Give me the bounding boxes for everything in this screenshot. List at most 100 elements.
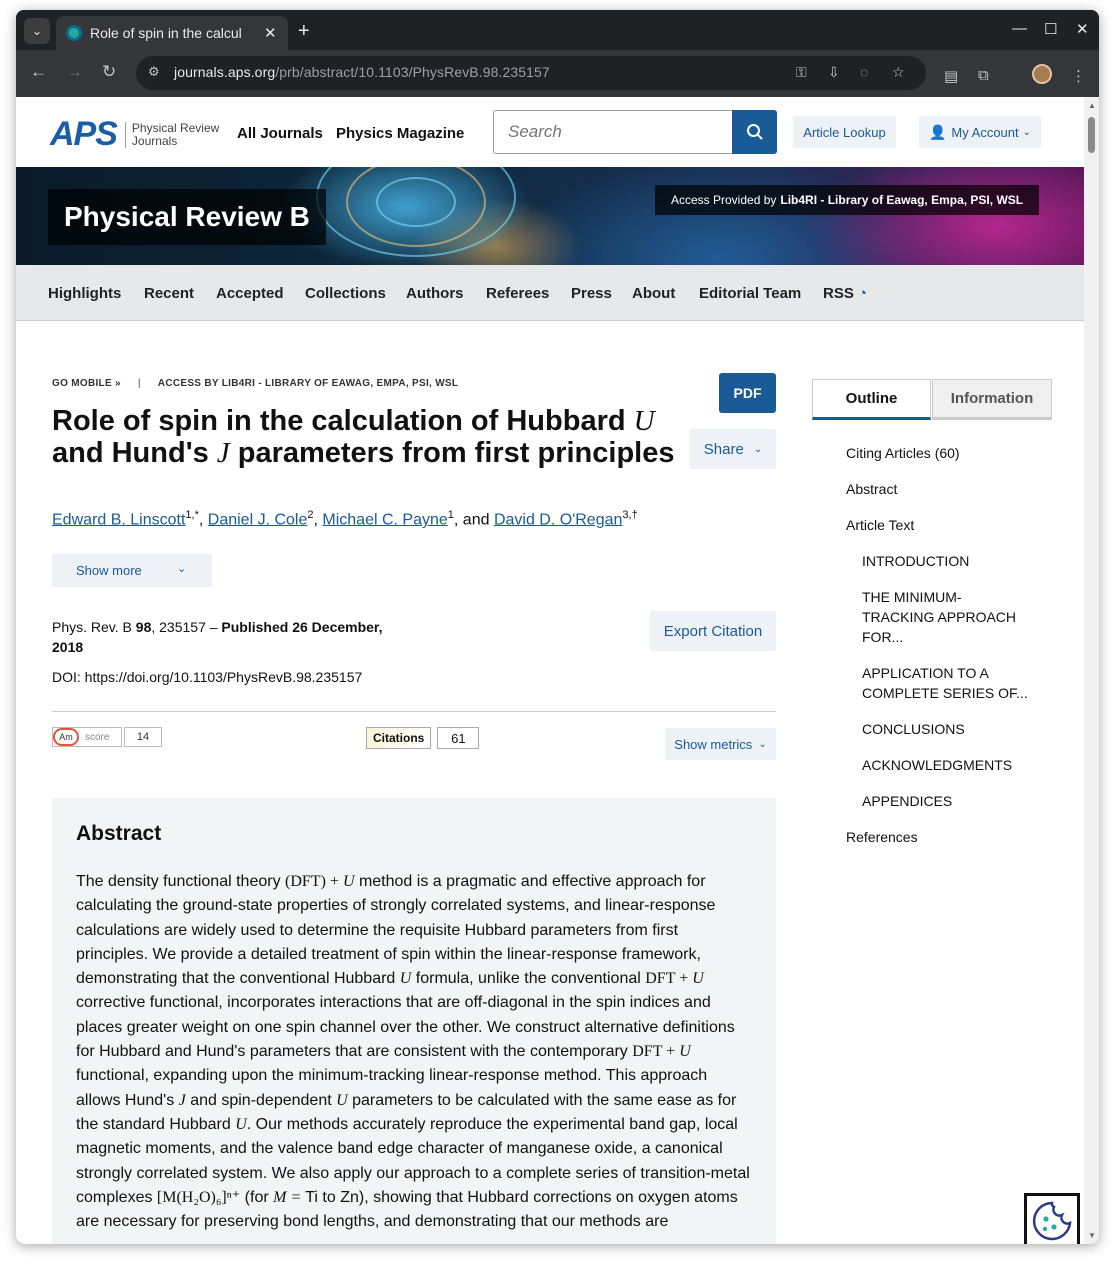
logo-text: APS [50, 115, 118, 153]
scroll-down-icon[interactable]: ▼ [1088, 1231, 1096, 1240]
pdf-button[interactable]: PDF [719, 373, 776, 413]
page-scrollbar[interactable]: ▲ ▼ [1084, 97, 1099, 1244]
menu-kebab-icon[interactable]: ⋮ [1071, 67, 1086, 85]
outline-subitem[interactable]: THE MINIMUM-TRACKING APPROACH FOR... [862, 587, 1032, 647]
go-mobile-link[interactable]: GO MOBILE » [52, 378, 121, 389]
outline-item[interactable]: Abstract [846, 479, 897, 499]
journal-banner: Physical Review B Access Provided by Lib4… [16, 167, 1084, 265]
forward-icon[interactable]: → [66, 62, 83, 82]
back-icon[interactable]: ← [30, 62, 47, 82]
chevron-down-icon: ⌄ [753, 443, 763, 455]
my-account-label: My Account [951, 124, 1019, 140]
install-app-icon[interactable]: ⇩ [828, 64, 840, 81]
nav-highlights[interactable]: Highlights [48, 285, 121, 302]
profile-avatar[interactable] [1032, 64, 1052, 84]
search-icon [746, 124, 763, 140]
citation-info: Phys. Rev. B 98, 235157 – Published 26 D… [52, 619, 383, 655]
export-citation-button[interactable]: Export Citation [650, 611, 776, 651]
abstract-heading: Abstract [76, 822, 162, 845]
nav-authors[interactable]: Authors [406, 285, 464, 302]
aps-logo[interactable]: APS Physical Review Journals [50, 115, 219, 154]
nav-collections[interactable]: Collections [305, 285, 386, 302]
show-metrics-button[interactable]: Show metrics ⌄ [665, 728, 776, 760]
abstract-panel: Abstract The density functional theory (… [52, 798, 776, 1244]
reading-list-icon[interactable]: ▤ [944, 67, 958, 85]
scroll-up-icon[interactable]: ▲ [1088, 101, 1096, 110]
close-window-icon[interactable]: ✕ [1076, 20, 1089, 38]
author-link[interactable]: Michael C. Payne [322, 511, 447, 528]
search-input[interactable] [494, 111, 732, 153]
user-icon: 👤 [928, 123, 947, 140]
new-tab-icon[interactable]: + [298, 20, 310, 43]
outline-subitem[interactable]: APPLICATION TO A COMPLETE SERIES OF... [862, 663, 1032, 703]
outline-subitem[interactable]: CONCLUSIONS [862, 719, 1032, 739]
scrollbar-thumb[interactable] [1088, 117, 1095, 153]
nav-recent[interactable]: Recent [144, 285, 194, 302]
sidebar-tabs: Outline Information [812, 379, 1052, 420]
search-box [493, 110, 733, 154]
chevron-down-icon: ⌄ [1022, 126, 1032, 138]
tab-information[interactable]: Information [932, 379, 1052, 420]
close-tab-icon[interactable]: ✕ [264, 24, 277, 42]
journal-title[interactable]: Physical Review B [48, 189, 326, 245]
my-account-button[interactable]: 👤 My Account ⌄ [919, 116, 1041, 148]
citations-count: 61 [437, 727, 480, 749]
author-link[interactable]: David D. O'Regan [494, 511, 622, 528]
altmetric-icon: Am [53, 728, 79, 746]
password-key-icon[interactable]: ⚿ [796, 64, 807, 81]
eye-off-icon[interactable]: ◌ [860, 64, 868, 80]
maximize-icon[interactable]: ☐ [1044, 20, 1057, 38]
altmetric-badge[interactable]: Am score 14 [52, 727, 162, 747]
abstract-text: The density functional theory (DFT) + U … [76, 873, 750, 1231]
aps-favicon-icon [66, 25, 82, 41]
browser-toolbar: ← → ↻ ⚙ journals.aps.org/prb/abstract/10… [16, 50, 1099, 97]
outline-subitem[interactable]: ACKNOWLEDGMENTS [862, 755, 1032, 775]
access-provided: Access Provided by Lib4RI - Library of Ea… [655, 185, 1040, 215]
citations-badge[interactable]: Citations 61 [366, 727, 480, 749]
url-text: journals.aps.org/prb/abstract/10.1103/Ph… [174, 64, 550, 80]
share-button[interactable]: Share ⌄ [690, 429, 776, 469]
address-bar[interactable]: ⚙ journals.aps.org/prb/abstract/10.1103/… [136, 56, 926, 90]
outline-item[interactable]: References [846, 827, 918, 847]
cookie-settings-button[interactable] [1024, 1193, 1080, 1244]
nav-rss[interactable]: RSS ◔ [823, 285, 867, 302]
author-link[interactable]: Daniel J. Cole [208, 511, 308, 528]
tab-bar: ⌄ Role of spin in the calcul ✕ + — ☐ ✕ [16, 10, 1099, 50]
browser-tab[interactable]: Role of spin in the calcul ✕ [56, 16, 288, 50]
show-more-button[interactable]: Show more ⌄ [52, 554, 212, 587]
nav-editorial-team[interactable]: Editorial Team [699, 285, 801, 302]
cookie-icon [1032, 1201, 1072, 1241]
extensions-icon[interactable]: ⧉ [978, 67, 989, 84]
chevron-down-icon: ⌄ [758, 738, 767, 750]
minimize-icon[interactable]: — [1012, 20, 1027, 37]
nav-all-journals[interactable]: All Journals [237, 125, 323, 142]
logo-subtitle: Physical Review Journals [124, 121, 219, 148]
nav-about[interactable]: About [632, 285, 675, 302]
search-button[interactable] [732, 110, 777, 154]
bookmark-star-icon[interactable]: ☆ [892, 64, 905, 81]
rss-icon: ◔ [858, 285, 868, 302]
article-title: Role of spin in the calculation of Hubba… [52, 405, 675, 469]
nav-accepted[interactable]: Accepted [216, 285, 284, 302]
outline-subitem[interactable]: APPENDICES [862, 791, 1032, 811]
reload-icon[interactable]: ↻ [102, 62, 116, 82]
citations-label: Citations [366, 727, 432, 749]
web-page: APS Physical Review Journals All Journals… [16, 97, 1099, 1244]
browser-window: ⌄ Role of spin in the calcul ✕ + — ☐ ✕ ←… [16, 10, 1099, 1244]
access-crumb: ACCESS BY LIB4RI - LIBRARY OF EAWAG, EMP… [157, 378, 459, 389]
article-lookup-button[interactable]: Article Lookup [793, 116, 896, 148]
author-link[interactable]: Edward B. Linscott [52, 511, 185, 528]
nav-physics-magazine[interactable]: Physics Magazine [336, 125, 464, 142]
outline-item[interactable]: Article Text [846, 515, 914, 535]
breadcrumb: GO MOBILE » | ACCESS BY LIB4RI - LIBRARY… [52, 378, 459, 389]
outline-subitem[interactable]: INTRODUCTION [862, 551, 1032, 571]
chevron-down-icon: ⌄ [177, 563, 187, 575]
outline-item[interactable]: Citing Articles (60) [846, 443, 960, 463]
doi[interactable]: DOI: https://doi.org/10.1103/PhysRevB.98… [52, 669, 362, 685]
journal-nav: Highlights Recent Accepted Collections A… [16, 265, 1084, 321]
site-info-icon[interactable]: ⚙ [148, 64, 160, 80]
nav-referees[interactable]: Referees [486, 285, 549, 302]
nav-press[interactable]: Press [571, 285, 612, 302]
tab-outline[interactable]: Outline [812, 379, 931, 420]
tab-search-button[interactable]: ⌄ [24, 18, 50, 44]
